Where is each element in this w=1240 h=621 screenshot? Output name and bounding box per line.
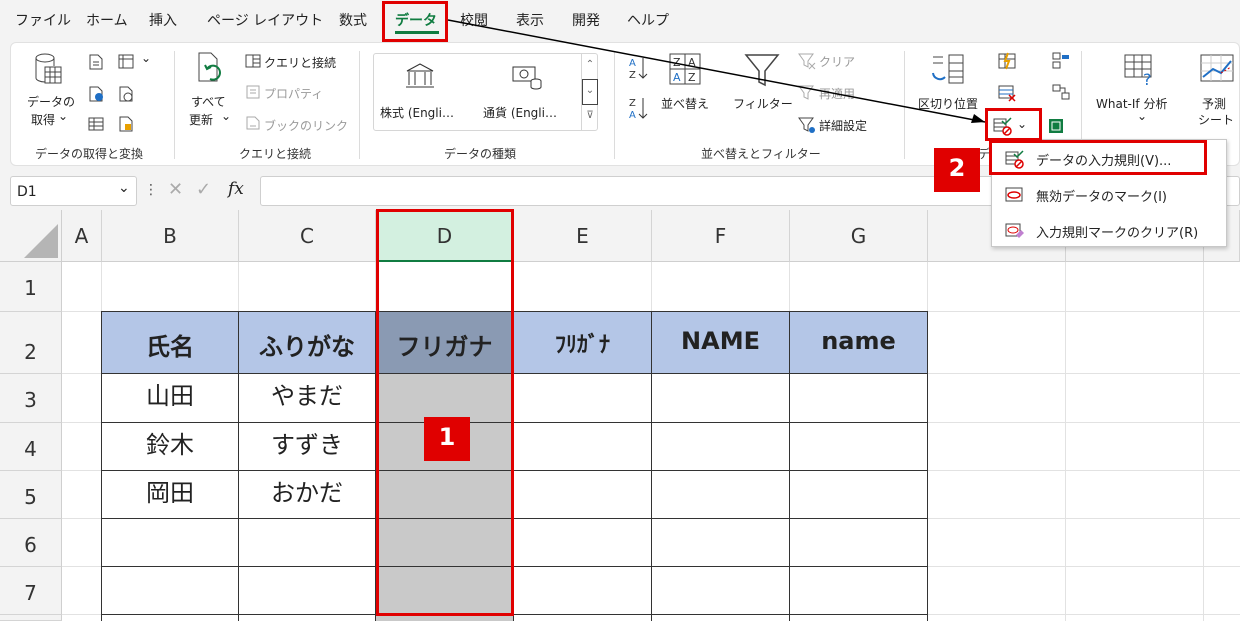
header-cell-b2[interactable]: 氏名 bbox=[102, 312, 238, 373]
column-d-highlight bbox=[376, 209, 514, 616]
table-border bbox=[102, 373, 928, 374]
pointer-arrow bbox=[447, 19, 986, 123]
cell-b4[interactable]: 鈴木 bbox=[102, 425, 238, 460]
table-border bbox=[102, 422, 928, 423]
column-header-e[interactable]: E bbox=[514, 210, 652, 262]
cell-c4[interactable]: すずき bbox=[239, 425, 375, 460]
group-label-get: データの取得と変換 bbox=[35, 147, 144, 161]
enter-icon[interactable]: ✓ bbox=[196, 179, 211, 200]
row-header-7[interactable]: 7 bbox=[0, 567, 62, 615]
insert-function-icon[interactable]: fx bbox=[228, 179, 244, 199]
header-cell-c2[interactable]: ふりがな bbox=[239, 312, 375, 373]
spreadsheet-grid: A B C D E F G 1 2 3 4 5 6 7 氏名 ふりがな フリガナ… bbox=[0, 209, 1240, 621]
row-header-8[interactable] bbox=[0, 615, 62, 621]
table-border bbox=[102, 566, 928, 567]
clear-circles-icon bbox=[1005, 223, 1024, 238]
gridline bbox=[1203, 262, 1204, 621]
name-box-value: D1 bbox=[17, 184, 37, 200]
gridline bbox=[1065, 262, 1066, 621]
more-options-icon[interactable]: ⋮ bbox=[144, 182, 158, 198]
cell-c3[interactable]: やまだ bbox=[239, 376, 375, 411]
cell-b3[interactable]: 山田 bbox=[102, 376, 238, 411]
row-header-2[interactable]: 2 bbox=[0, 312, 62, 374]
table-border bbox=[102, 614, 928, 615]
validation-menu-highlight bbox=[989, 140, 1207, 175]
row-header-3[interactable]: 3 bbox=[0, 374, 62, 423]
menu-item-clear-circles[interactable]: 入力規則マークのクリア(R) bbox=[992, 214, 1226, 246]
cell-c5[interactable]: おかだ bbox=[239, 473, 375, 508]
header-cell-g2[interactable]: name bbox=[790, 312, 927, 373]
step-badge-1: 1 bbox=[424, 417, 470, 461]
table-border bbox=[102, 470, 928, 471]
column-header-g[interactable]: G bbox=[790, 210, 928, 262]
row-header-5[interactable]: 5 bbox=[0, 471, 62, 519]
column-header-b[interactable]: B bbox=[102, 210, 239, 262]
column-header-c[interactable]: C bbox=[239, 210, 376, 262]
menu-item-label: 無効データのマーク(I) bbox=[1036, 190, 1167, 205]
select-all-corner[interactable] bbox=[0, 210, 62, 262]
column-header-a[interactable]: A bbox=[62, 210, 102, 262]
row-header-6[interactable]: 6 bbox=[0, 519, 62, 567]
row-header-4[interactable]: 4 bbox=[0, 423, 62, 471]
group-label-sort: 並べ替えとフィルター bbox=[701, 147, 821, 161]
table-border bbox=[102, 518, 928, 519]
row-header-1[interactable]: 1 bbox=[0, 262, 62, 312]
menu-item-circle-invalid[interactable]: 無効データのマーク(I) bbox=[992, 178, 1226, 210]
step-badge-2: 2 bbox=[934, 148, 980, 192]
column-header-f[interactable]: F bbox=[652, 210, 790, 262]
menu-item-label: 入力規則マークのクリア(R) bbox=[1036, 226, 1199, 241]
header-cell-f2[interactable]: NAME bbox=[652, 312, 789, 373]
cancel-icon[interactable]: ✕ bbox=[168, 179, 183, 200]
cell-b5[interactable]: 岡田 bbox=[102, 473, 238, 508]
header-cell-e2[interactable]: ﾌﾘｶﾞﾅ bbox=[514, 312, 651, 373]
group-label-types: データの種類 bbox=[444, 147, 517, 161]
circle-invalid-icon bbox=[1005, 187, 1023, 202]
chevron-down-icon[interactable]: ⌄ bbox=[118, 180, 130, 196]
group-label-query: クエリと接続 bbox=[239, 147, 312, 161]
